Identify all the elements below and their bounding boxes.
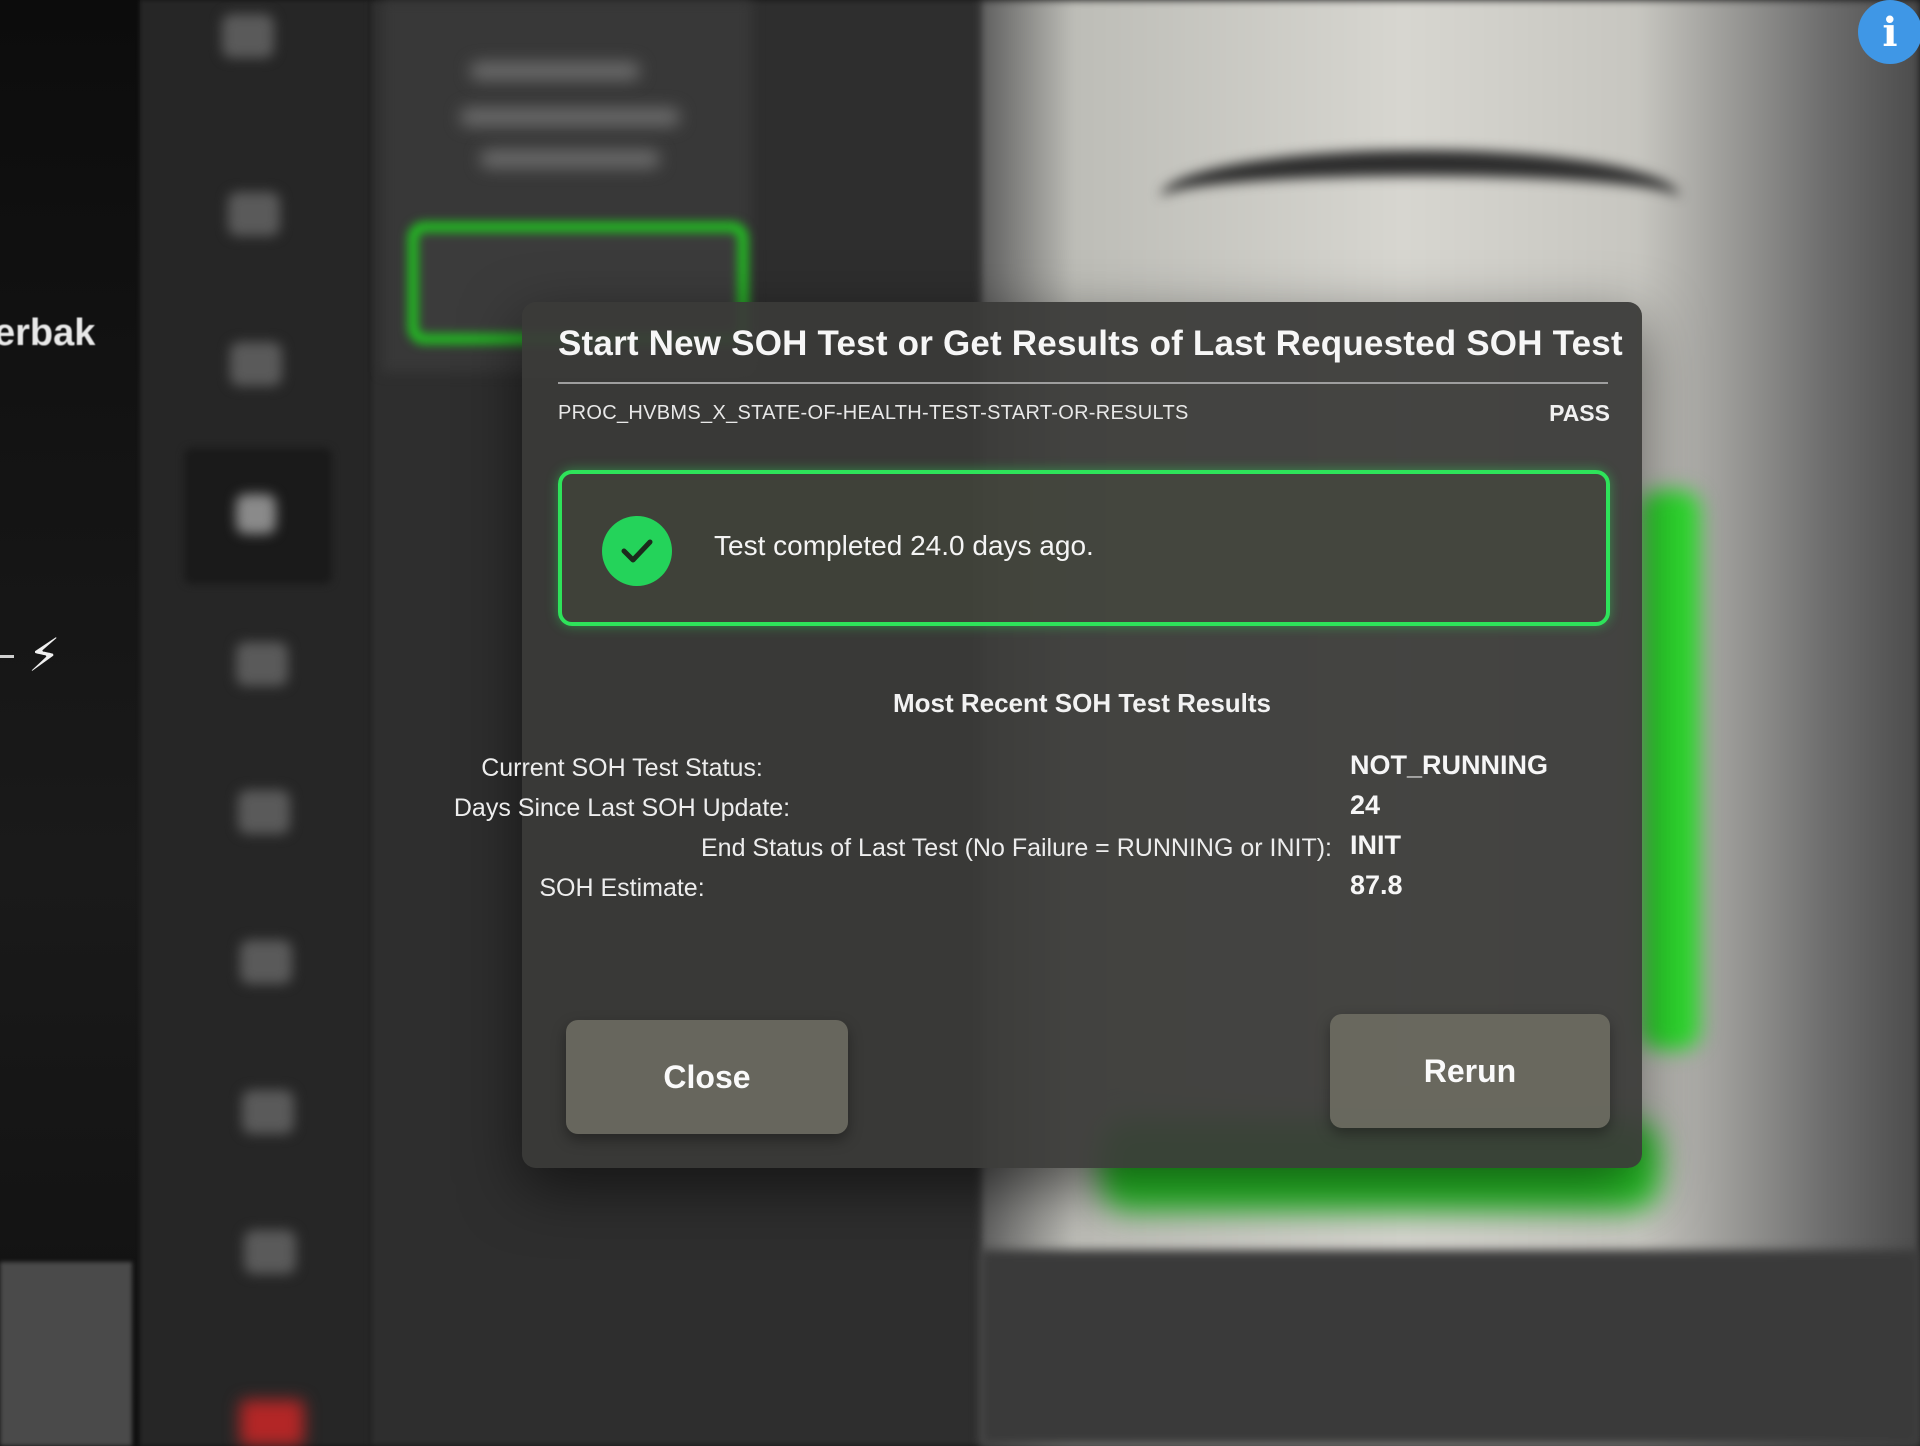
results-table: Current SOH Test Status: NOT_RUNNING Day… <box>454 750 1642 910</box>
status-message: Test completed 24.0 days ago. <box>714 530 1094 561</box>
result-row: Days Since Last SOH Update: 24 <box>454 790 1642 830</box>
close-button[interactable]: Close <box>566 1020 848 1134</box>
battery-highlight <box>1640 490 1700 1050</box>
sidebar-icon[interactable] <box>242 1090 294 1134</box>
result-value: NOT_RUNNING <box>1350 750 1549 780</box>
status-banner: Test completed 24.0 days ago. <box>558 470 1610 626</box>
soh-test-dialog: Start New SOH Test or Get Results of Las… <box>454 302 1642 1168</box>
lightning-bolt-icon: ⚡︎ <box>28 629 61 681</box>
result-row: End Status of Last Test (No Failure = RU… <box>522 830 1642 870</box>
sidebar-icon[interactable] <box>230 342 282 386</box>
bottom-left-panel <box>0 1262 132 1446</box>
result-label: End Status of Last Test (No Failure = RU… <box>701 834 1332 862</box>
vehicle-outline <box>1160 150 1680 246</box>
dialog-title: Start New SOH Test or Get Results of Las… <box>558 324 1623 363</box>
sidebar-icon[interactable] <box>236 494 276 534</box>
title-divider <box>558 382 1608 384</box>
sidebar-icon[interactable] <box>222 14 274 58</box>
sidebar-icon[interactable] <box>240 940 292 984</box>
result-label: Current SOH Test Status: <box>481 754 763 782</box>
partial-label: erbak <box>0 312 96 354</box>
result-value: INIT <box>1350 830 1401 860</box>
bottom-panel <box>980 1250 1920 1446</box>
procedure-id: PROC_HVBMS_X_STATE-OF-HEALTH-TEST-START-… <box>558 402 1189 424</box>
check-circle-icon <box>602 516 672 586</box>
result-value: 24 <box>1350 790 1381 820</box>
left-panel <box>0 0 140 1446</box>
blurred-text <box>470 62 640 80</box>
result-row: SOH Estimate: 87.8 <box>522 870 1642 910</box>
rerun-button[interactable]: Rerun <box>1330 1014 1610 1128</box>
divider <box>0 655 14 658</box>
result-label: SOH Estimate: <box>539 874 705 902</box>
result-row: Current SOH Test Status: NOT_RUNNING <box>481 750 1642 790</box>
procedure-result: PASS <box>1549 400 1610 426</box>
info-glyph: i <box>1882 8 1898 56</box>
sidebar-icon[interactable] <box>236 642 288 686</box>
red-indicator <box>240 1400 304 1446</box>
results-heading: Most Recent SOH Test Results <box>892 688 1272 718</box>
sidebar-icon[interactable] <box>244 1230 296 1274</box>
info-icon[interactable]: i <box>1858 0 1920 64</box>
sidebar-icon[interactable] <box>228 192 280 236</box>
blurred-text <box>460 108 680 126</box>
result-value: 87.8 <box>1350 870 1403 900</box>
blurred-text <box>480 150 660 168</box>
result-label: Days Since Last SOH Update: <box>453 794 791 822</box>
